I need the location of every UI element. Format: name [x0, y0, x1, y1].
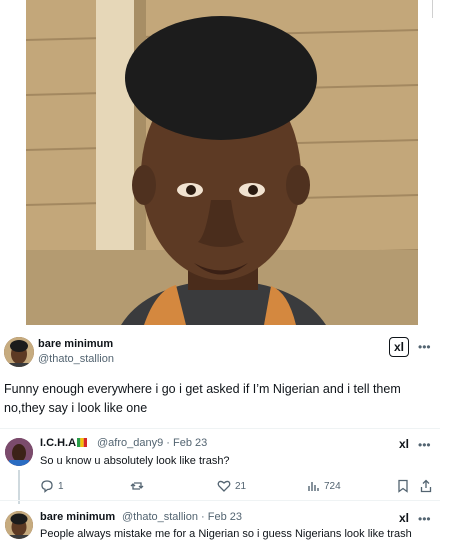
reply-handle-date[interactable]: @afro_dany9 · Feb 23	[97, 437, 207, 449]
reply-text: People always mistake me for a Nigerian …	[40, 528, 412, 540]
reply-action[interactable]: 1	[40, 479, 64, 493]
repost-action[interactable]	[130, 479, 148, 493]
like-icon	[217, 480, 231, 492]
post-photo[interactable]	[26, 0, 418, 325]
thread-line	[18, 470, 20, 504]
flag-icon	[77, 438, 88, 447]
avatar[interactable]	[4, 337, 34, 367]
bookmark-action[interactable]	[397, 479, 409, 493]
reply-count: 1	[58, 480, 64, 492]
avatar[interactable]	[5, 438, 33, 466]
author-name[interactable]: bare minimum	[38, 338, 113, 350]
share-action[interactable]	[420, 479, 432, 493]
author-handle[interactable]: @thato_stallion	[38, 353, 114, 365]
repost-icon	[130, 482, 144, 490]
card-border	[432, 0, 433, 18]
reply-author-name[interactable]: bare minimum	[40, 511, 115, 523]
like-action[interactable]: 21	[217, 479, 246, 493]
grok-x-icon[interactable]: xl	[389, 337, 409, 357]
post-text: Funny enough everywhere i go i get asked…	[4, 382, 401, 415]
share-icon	[420, 479, 432, 493]
like-count: 21	[235, 480, 247, 492]
bookmark-icon	[398, 479, 408, 493]
reply-author-name[interactable]: I.C.H.A	[40, 437, 88, 449]
avatar[interactable]	[5, 511, 33, 539]
reply-handle-date[interactable]: @thato_stallion · Feb 23	[122, 511, 242, 523]
views-action[interactable]: 724	[306, 479, 341, 493]
divider	[0, 500, 440, 501]
divider	[0, 428, 440, 429]
grok-x-icon[interactable]: xl	[399, 437, 409, 451]
views-count: 724	[324, 480, 341, 492]
reply-text: So u know u absolutely look like trash?	[40, 455, 230, 467]
reply-author-name-text: I.C.H.A	[40, 437, 77, 449]
reply-icon	[41, 480, 53, 493]
grok-x-icon[interactable]: xl	[399, 511, 409, 525]
more-icon[interactable]: •••	[418, 512, 431, 526]
views-icon	[308, 482, 319, 491]
more-icon[interactable]: •••	[418, 340, 431, 354]
more-icon[interactable]: •••	[418, 438, 431, 452]
